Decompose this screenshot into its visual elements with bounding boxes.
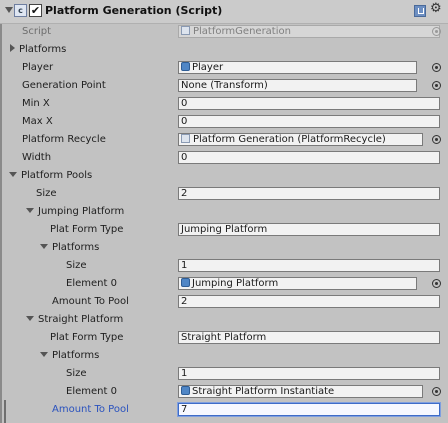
straight-amount-field[interactable]: 7 [177,402,441,417]
straight-type-label: Plat Form Type [50,332,124,343]
width-row: Width 0 [0,150,448,168]
width-field[interactable]: 0 [178,151,440,164]
expanded-arrow-icon[interactable] [40,352,48,357]
width-label: Width [22,152,52,163]
object-picker-icon[interactable] [432,279,441,288]
platform-recycle-field[interactable]: Platform Generation (PlatformRecycle) [178,133,423,146]
straight-amount-row: Amount To Pool 7 [0,402,448,420]
player-label: Player [22,62,54,73]
max-x-label: Max X [22,116,53,127]
jumping-element-row: Element 0 Jumping Platform [0,276,448,294]
straight-platform-foldout[interactable]: Straight Platform [0,312,448,330]
straight-element-field[interactable]: Straight Platform Instantiate [178,385,423,398]
jumping-type-label: Plat Form Type [50,224,124,235]
jumping-type-field[interactable]: Jumping Platform [178,223,440,236]
gameobject-icon [181,278,190,287]
pools-size-row: Size 2 [0,186,448,204]
straight-element-row: Element 0 Straight Platform Instantiate [0,384,448,402]
platform-recycle-label: Platform Recycle [22,134,106,145]
component-header[interactable]: c ✔ Platform Generation (Script) ⚙ [0,0,448,24]
enabled-checkbox[interactable]: ✔ [29,4,42,17]
jumping-platforms-foldout[interactable]: Platforms [0,240,448,258]
player-field[interactable]: Player [178,61,417,74]
script-label: Script [22,26,52,37]
jumping-size-field[interactable]: 1 [178,259,440,272]
straight-element-value: Straight Platform Instantiate [192,386,335,397]
platform-pools-foldout[interactable]: Platform Pools [0,168,448,186]
min-x-label: Min X [22,98,50,109]
jumping-element-field[interactable]: Jumping Platform [178,277,417,290]
object-picker-icon[interactable] [432,135,441,144]
straight-size-field[interactable]: 1 [178,367,440,380]
selection-marker [4,400,6,423]
min-x-field[interactable]: 0 [178,97,440,110]
expanded-arrow-icon[interactable] [9,172,17,177]
min-x-row: Min X 0 [0,96,448,114]
object-picker-icon[interactable] [432,387,441,396]
platforms-label: Platforms [19,44,67,55]
jumping-amount-row: Amount To Pool 2 [0,294,448,312]
platform-pools-label: Platform Pools [21,170,93,181]
straight-platforms-label: Platforms [52,350,100,361]
expanded-arrow-icon[interactable] [40,244,48,249]
straight-platforms-foldout[interactable]: Platforms [0,348,448,366]
script-value: PlatformGeneration [193,26,291,37]
generation-point-label: Generation Point [22,80,106,91]
script-file-icon [181,134,190,143]
straight-type-field[interactable]: Straight Platform [178,331,440,344]
expanded-arrow-icon[interactable] [26,316,34,321]
straight-size-label: Size [66,368,87,379]
jumping-element-label: Element 0 [66,278,117,289]
platform-recycle-value: Platform Generation (PlatformRecycle) [193,134,386,145]
generation-point-field[interactable]: None (Transform) [178,79,417,92]
jumping-type-row: Plat Form Type Jumping Platform [0,222,448,240]
object-picker-icon [432,27,441,36]
jumping-amount-field[interactable]: 2 [178,295,440,308]
jumping-platforms-label: Platforms [52,242,100,253]
script-row: Script PlatformGeneration [0,24,448,42]
platforms-foldout[interactable]: Platforms [0,42,448,60]
inspector-panel: c ✔ Platform Generation (Script) ⚙ Scrip… [0,0,448,423]
fold-arrow-icon[interactable] [5,7,13,13]
straight-amount-label: Amount To Pool [52,404,129,415]
script-field: PlatformGeneration [178,25,440,38]
generation-point-row: Generation Point None (Transform) [0,78,448,96]
player-value: Player [192,62,224,73]
gameobject-icon [181,386,190,395]
jumping-platform-label: Jumping Platform [38,206,125,217]
object-picker-icon[interactable] [432,63,441,72]
jumping-size-row: Size 1 [0,258,448,276]
jumping-amount-label: Amount To Pool [52,296,129,307]
expanded-arrow-icon[interactable] [26,208,34,213]
straight-element-label: Element 0 [66,386,117,397]
collapsed-arrow-icon[interactable] [10,44,15,52]
max-x-row: Max X 0 [0,114,448,132]
script-file-icon [181,26,190,35]
player-row: Player Player [0,60,448,78]
script-file-icon: c [14,4,27,17]
jumping-element-value: Jumping Platform [192,278,279,289]
help-book-icon[interactable] [414,5,426,17]
jumping-size-label: Size [66,260,87,271]
component-title: Platform Generation (Script) [45,4,223,17]
straight-platform-label: Straight Platform [38,314,124,325]
platform-recycle-row: Platform Recycle Platform Generation (Pl… [0,132,448,150]
jumping-platform-foldout[interactable]: Jumping Platform [0,204,448,222]
pools-size-label: Size [36,188,57,199]
object-picker-icon[interactable] [432,81,441,90]
gear-icon[interactable]: ⚙ [430,2,442,16]
straight-type-row: Plat Form Type Straight Platform [0,330,448,348]
straight-size-row: Size 1 [0,366,448,384]
gameobject-icon [181,62,190,71]
max-x-field[interactable]: 0 [178,115,440,128]
pools-size-field[interactable]: 2 [178,187,440,200]
